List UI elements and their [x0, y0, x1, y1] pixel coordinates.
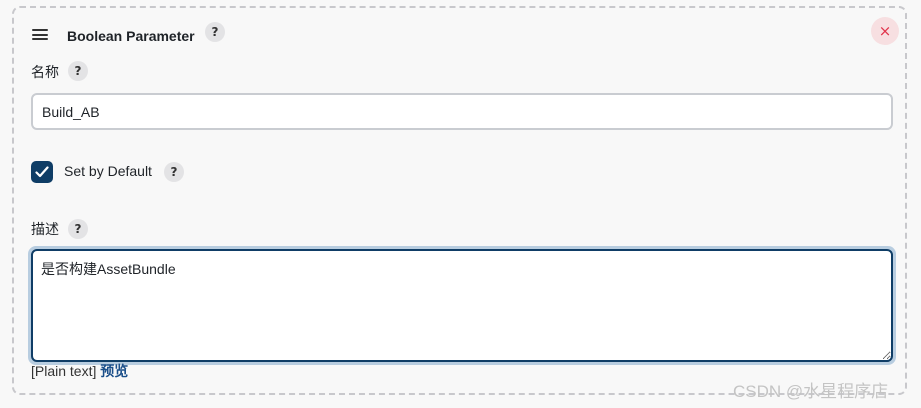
format-line: [Plain text] 预览	[31, 361, 128, 381]
boolean-parameter-panel: Boolean Parameter ? × 名称 ? Set by Defaul…	[12, 6, 907, 395]
description-focus-ring: 是否构建AssetBundle	[28, 246, 896, 365]
checkmark-icon	[35, 166, 49, 178]
parameter-title: Boolean Parameter	[67, 28, 195, 44]
description-label: 描述	[31, 221, 59, 237]
description-help-icon[interactable]: ?	[68, 219, 88, 239]
drag-handle-icon[interactable]	[32, 29, 48, 41]
set-by-default-label[interactable]: Set by Default	[64, 163, 152, 179]
close-icon[interactable]: ×	[871, 17, 899, 45]
name-label: 名称	[31, 64, 59, 80]
watermark-text: CSDN @水星程序店	[733, 382, 889, 401]
preview-link[interactable]: 预览	[100, 363, 128, 379]
description-textarea[interactable]: 是否构建AssetBundle	[31, 249, 893, 362]
title-help-icon[interactable]: ?	[205, 22, 225, 42]
set-by-default-checkbox[interactable]	[31, 161, 53, 183]
name-input[interactable]	[31, 93, 893, 130]
plain-text-label: [Plain text]	[31, 363, 97, 379]
name-help-icon[interactable]: ?	[68, 61, 88, 81]
set-by-default-help-icon[interactable]: ?	[164, 162, 184, 182]
